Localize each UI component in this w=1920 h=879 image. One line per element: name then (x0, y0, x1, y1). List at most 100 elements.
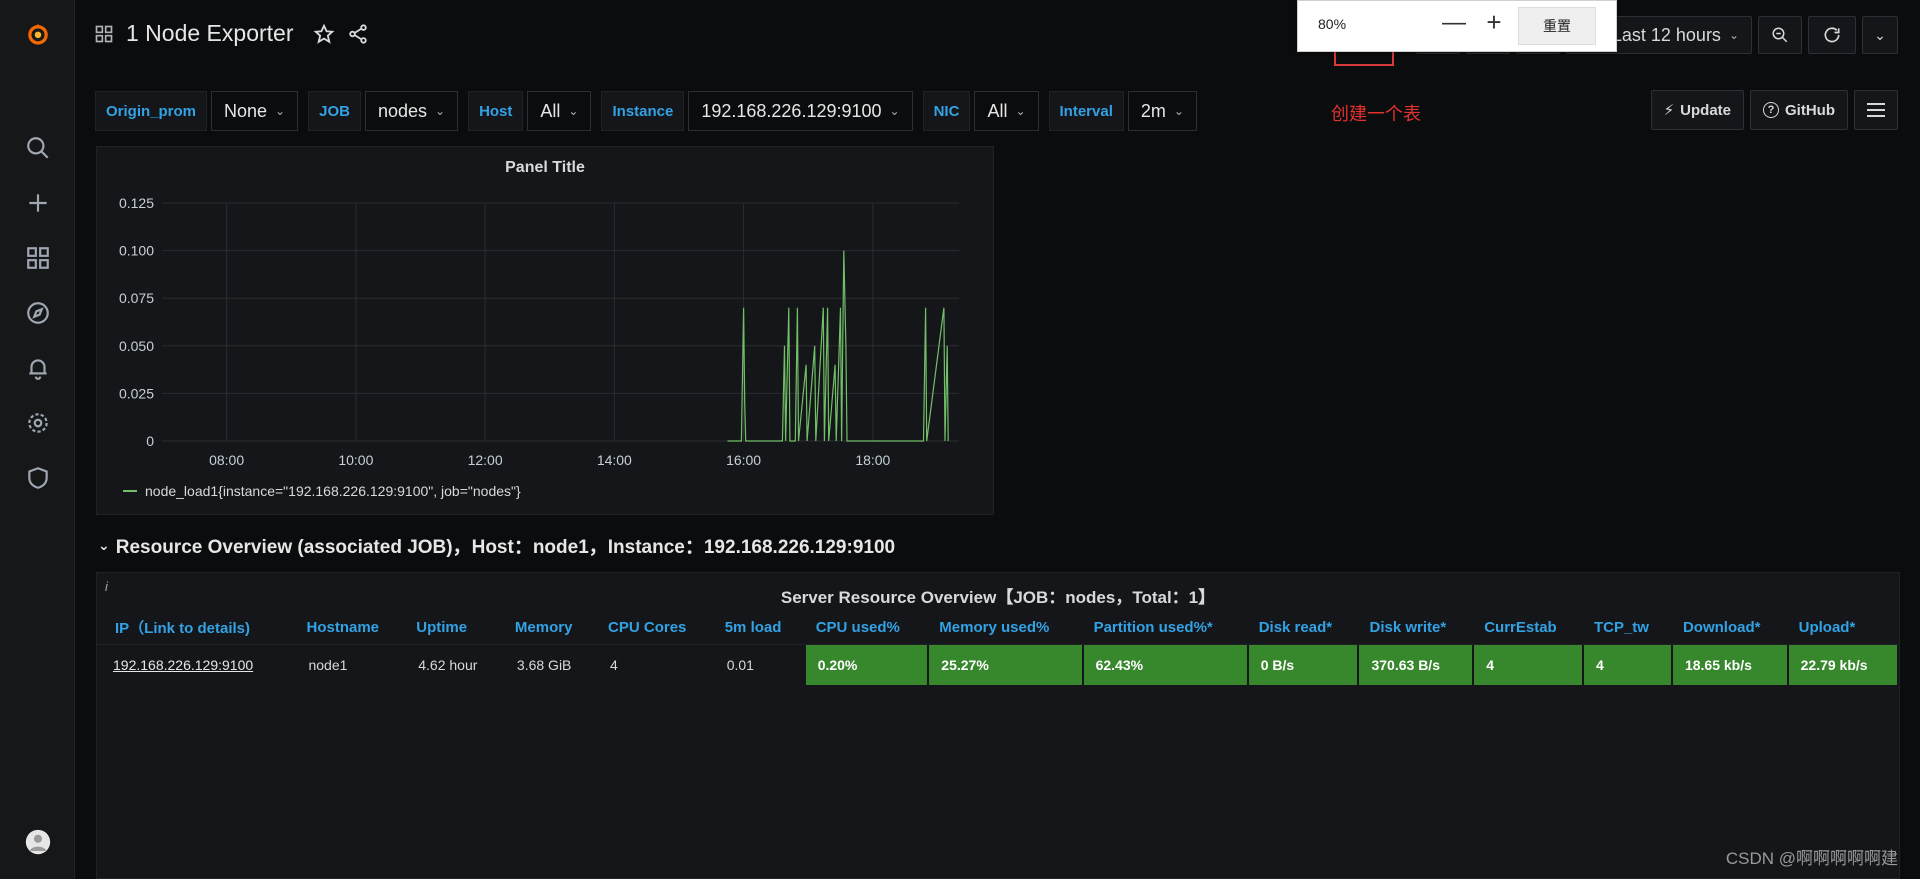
var-select-interval[interactable]: 2m ⌄ (1127, 91, 1197, 131)
dashboards-grid-icon[interactable] (0, 238, 75, 278)
chevron-down-icon: ⌄ (889, 104, 900, 118)
annotation-text: 创建一个表 (1331, 104, 1421, 124)
table-cell: node1 (308, 657, 348, 673)
table-cell: 192.168.226.129:9100 (97, 645, 296, 685)
var-value-origin-prom: None (224, 100, 268, 121)
compass-icon[interactable] (0, 293, 75, 333)
var-value-interval: 2m (1140, 100, 1166, 121)
table-panel: i Server Resource Overview【JOB：nodes，Tot… (96, 572, 1900, 879)
watermark: CSDN @啊啊啊啊啊建 (1725, 849, 1898, 868)
chevron-down-icon: ⌄ (568, 104, 579, 118)
y-tick-label: 0.025 (119, 385, 154, 401)
gear-icon[interactable] (0, 403, 75, 443)
chart-legend[interactable]: node_load1{instance="192.168.226.129:910… (123, 483, 521, 499)
update-link-button[interactable]: ⚡ Update (1650, 90, 1744, 130)
table-panel-title[interactable]: Server Resource Overview【JOB：nodes，Total… (97, 583, 1899, 608)
column-header[interactable]: Uptime (406, 611, 505, 645)
resource-table: IP（Link to details) Hostname Uptime Memory C… (97, 611, 1899, 685)
row-header[interactable]: ⌄ Resource Overview (associated JOB)，Hos… (98, 532, 895, 559)
user-avatar-icon[interactable] (0, 822, 75, 862)
var-value-host: All (540, 100, 561, 121)
column-header[interactable]: 5m load (714, 611, 806, 645)
var-label-origin-prom: Origin_prom (95, 91, 208, 131)
table-cell: 0 B/s (1248, 645, 1360, 685)
column-header[interactable]: Upload* (1788, 611, 1899, 645)
zoom-out-icon (1772, 27, 1788, 43)
share-icon[interactable] (347, 23, 369, 45)
column-header[interactable]: Disk read* (1248, 611, 1360, 645)
column-header[interactable]: CPU used% (805, 611, 930, 645)
column-header[interactable]: Memory (504, 611, 599, 645)
table-cell: 3.68 GiB (516, 657, 572, 673)
chevron-down-icon: ⌄ (275, 104, 286, 118)
zoom-minus-button[interactable]: — (1438, 9, 1470, 37)
grafana-logo-icon[interactable] (0, 14, 75, 54)
load-chart: 0 0.025 0.050 0.075 0.100 0.125 08:00 10:00 12:0… (119, 195, 959, 467)
column-header[interactable]: Memory used% (929, 611, 1084, 645)
main-area: 1 Node Exporter Last 12 hours ⌄ ⌄ Origin… (76, 0, 1920, 879)
var-value-instance: 192.168.226.129:9100 (701, 100, 882, 121)
column-header[interactable]: IP（Link to details) (97, 611, 297, 645)
var-value-job: nodes (377, 100, 427, 121)
sidebar (0, 0, 75, 879)
table-cell: 0.01 (726, 657, 754, 673)
github-link-button[interactable]: ? GitHub (1750, 90, 1848, 130)
var-label-nic: NIC (922, 91, 971, 131)
column-header[interactable]: Hostname (296, 611, 407, 645)
var-select-nic[interactable]: All ⌄ (974, 91, 1039, 131)
var-select-job[interactable]: nodes ⌄ (364, 91, 459, 131)
dashboard-title-group: 1 Node Exporter (94, 20, 369, 47)
table-body: 192.168.226.129:9100 node1 4.62 hour 3.68 G… (97, 645, 1899, 685)
x-tick-label: 14:00 (597, 452, 632, 467)
chevron-down-icon: ⌄ (435, 104, 446, 118)
var-label-host: Host (468, 91, 524, 131)
x-tick-label: 10:00 (338, 452, 373, 467)
var-select-host[interactable]: All ⌄ (527, 91, 592, 131)
refresh-interval-button[interactable]: ⌄ (1862, 16, 1898, 54)
chevron-down-icon: ⌄ (1874, 26, 1886, 43)
var-select-origin-prom[interactable]: None ⌄ (211, 91, 299, 131)
table-header-row: IP（Link to details) Hostname Uptime Memory C… (97, 611, 1899, 645)
zoom-plus-button[interactable]: + (1478, 7, 1510, 38)
dashboard-link-buttons: ⚡ Update ? GitHub (1650, 90, 1898, 130)
table-cell: 0.20% (805, 645, 930, 685)
x-tick-label: 12:00 (468, 452, 503, 467)
var-label-interval: Interval (1048, 91, 1124, 131)
y-tick-label: 0 (146, 433, 154, 449)
zoom-out-button[interactable] (1758, 16, 1802, 54)
dashboard-title[interactable]: 1 Node Exporter (126, 20, 293, 47)
variables-bar: Origin_prom None ⌄ JOB nodes ⌄ Host All ⌄ I… (95, 90, 1207, 132)
chevron-down-icon: ⌄ (98, 537, 110, 553)
graph-panel[interactable]: Panel Title 0 0.025 0.050 0.075 0.100 0.125 08… (96, 146, 994, 515)
legend-series-label: node_load1{instance="192.168.226.129:910… (145, 483, 521, 499)
x-tick-label: 08:00 (209, 452, 244, 467)
shield-icon[interactable] (0, 458, 75, 498)
host-detail-link[interactable]: 192.168.226.129:9100 (113, 657, 253, 673)
plus-icon[interactable] (0, 183, 75, 223)
column-header[interactable]: TCP_tw (1583, 611, 1673, 645)
search-icon[interactable] (0, 128, 75, 168)
menu-button[interactable] (1854, 90, 1898, 130)
column-header[interactable]: Partition used%* (1083, 611, 1249, 645)
column-header[interactable]: Disk write* (1359, 611, 1475, 645)
column-header[interactable]: Download* (1672, 611, 1789, 645)
y-tick-label: 0.125 (119, 195, 154, 211)
table-cell: 4 (610, 657, 618, 673)
refresh-button[interactable] (1808, 16, 1856, 54)
table-cell: 370.63 B/s (1359, 645, 1475, 685)
table-cell: 4.62 hour (418, 657, 478, 673)
table-cell: 22.79 kb/s (1788, 645, 1899, 685)
y-tick-label: 0.100 (119, 243, 154, 259)
star-icon[interactable] (313, 23, 335, 45)
column-header[interactable]: CurrEstab (1474, 611, 1584, 645)
update-label: Update (1680, 101, 1731, 119)
column-header[interactable]: CPU Cores (598, 611, 715, 645)
var-select-instance[interactable]: 192.168.226.129:9100 ⌄ (688, 91, 913, 131)
legend-series-color (123, 490, 137, 492)
bell-icon[interactable] (0, 348, 75, 388)
var-label-job: JOB (308, 91, 361, 131)
row-title: Resource Overview (associated JOB)，Host：… (115, 537, 896, 558)
zoom-percent: 80% (1318, 16, 1347, 32)
zoom-reset-button[interactable]: 重置 (1518, 7, 1596, 45)
table-cell: 25.27% (929, 645, 1084, 685)
